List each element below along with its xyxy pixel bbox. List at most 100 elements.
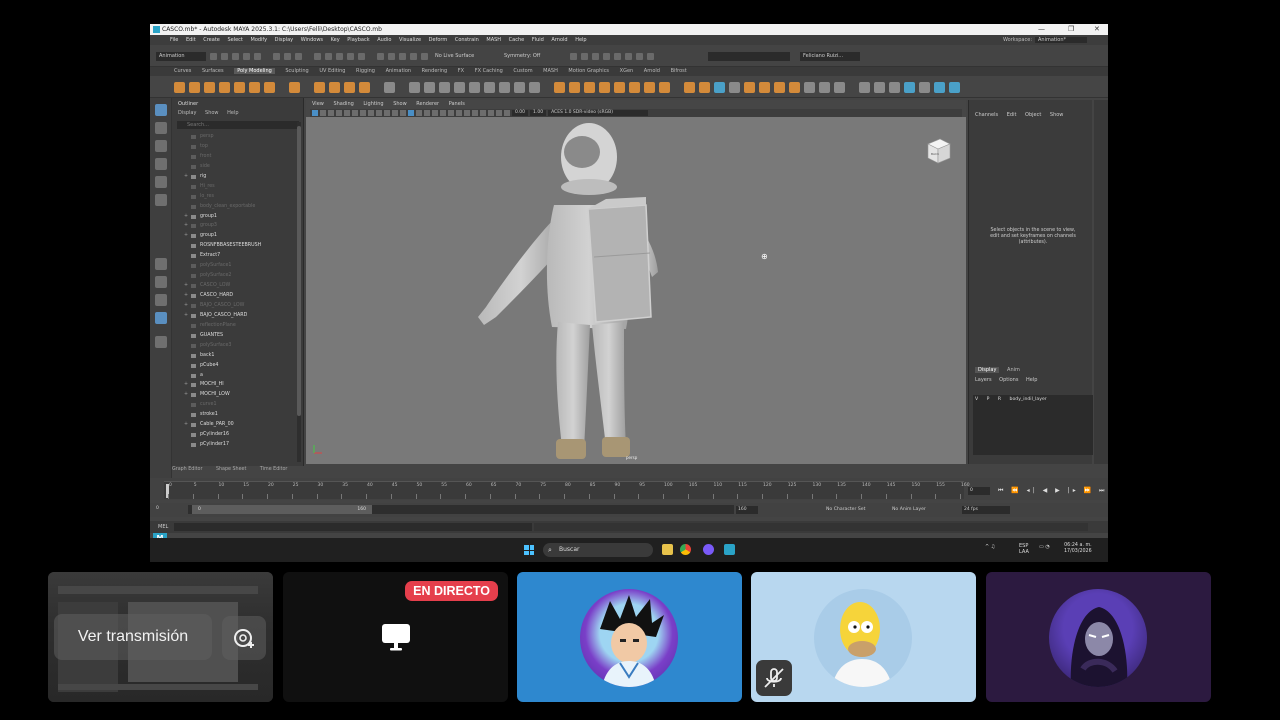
- text-icon[interactable]: [344, 82, 355, 93]
- outliner-item[interactable]: side: [180, 162, 298, 172]
- bookmark-icon[interactable]: [328, 110, 334, 116]
- menu-visualize[interactable]: Visualize: [399, 37, 421, 43]
- delete-history-icon[interactable]: [804, 82, 815, 93]
- outliner-search-input[interactable]: Search...: [177, 121, 299, 129]
- extrude-icon[interactable]: [554, 82, 565, 93]
- exposure-field[interactable]: 0.00: [512, 110, 529, 116]
- motion-blur-icon[interactable]: [456, 110, 462, 116]
- xray-joints-icon[interactable]: [496, 110, 502, 116]
- layer-name[interactable]: body_indil_layer: [1010, 397, 1047, 402]
- wireframe-on-shaded-icon[interactable]: [416, 110, 422, 116]
- layer-reference-toggle[interactable]: R: [998, 397, 1001, 402]
- outliner-item[interactable]: + MOCHI_LOW: [180, 390, 298, 400]
- bevel-icon[interactable]: [569, 82, 580, 93]
- poke-icon[interactable]: [644, 82, 655, 93]
- tab-display[interactable]: Display: [975, 367, 1000, 373]
- command-input[interactable]: [174, 523, 532, 531]
- taskbar-clock[interactable]: 06:24 a. m. 17/03/2026: [1064, 543, 1092, 555]
- maya-taskbar-icon[interactable]: [724, 544, 735, 555]
- outliner-item[interactable]: + CASCO_HARD: [180, 291, 298, 301]
- lasso-tool-icon[interactable]: [155, 122, 167, 134]
- playback-controls[interactable]: ⏮ ⏪ ◂| ◀ ▶ |▸ ⏩ ⏭: [998, 487, 1107, 495]
- outliner-menu-help[interactable]: Help: [227, 110, 238, 116]
- mask-icon[interactable]: [314, 53, 321, 60]
- cb-menu-channels[interactable]: Channels: [975, 112, 998, 118]
- outliner-item[interactable]: polySurface3: [180, 341, 298, 351]
- script-icon[interactable]: [949, 82, 960, 93]
- menu-create[interactable]: Create: [203, 37, 220, 43]
- range-thumb[interactable]: 0 160: [192, 505, 372, 514]
- hypershade-icon[interactable]: [614, 53, 621, 60]
- wedge-icon[interactable]: [659, 82, 670, 93]
- outliner-item[interactable]: + Cable_PAR_00: [180, 420, 298, 430]
- menu-modify[interactable]: Modify: [251, 37, 268, 43]
- outliner-item[interactable]: + BAJO_CASCO_HARD: [180, 311, 298, 321]
- menu-key[interactable]: Key: [331, 37, 340, 43]
- outliner-item[interactable]: Extract7: [180, 251, 298, 261]
- shelf-tab-bifrost[interactable]: Bifrost: [671, 68, 687, 74]
- layer-menu-help[interactable]: Help: [1026, 377, 1037, 383]
- time-slider-track[interactable]: 0 5 10 15 20 25 30 35 40 45 50 55 60 65 70 75 80 85 90 95 10…: [164, 481, 970, 499]
- python-icon[interactable]: [904, 82, 915, 93]
- append-icon[interactable]: [599, 82, 610, 93]
- open-scene-icon[interactable]: [221, 53, 228, 60]
- menu-arnold[interactable]: Arnold: [551, 37, 567, 43]
- undo-icon[interactable]: [243, 53, 250, 60]
- workspace-select[interactable]: Animation*: [1035, 37, 1087, 43]
- search-icon[interactable]: [155, 336, 167, 348]
- target-weld-icon[interactable]: [714, 82, 725, 93]
- outliner-menu-show[interactable]: Show: [205, 110, 219, 116]
- viewport-menu-panels[interactable]: Panels: [449, 101, 465, 107]
- single-view-icon[interactable]: [155, 258, 167, 270]
- layer-menu-options[interactable]: Options: [999, 377, 1018, 383]
- menu-select[interactable]: Select: [227, 37, 242, 43]
- shelf-tab-fx[interactable]: FX: [458, 68, 464, 74]
- shelf-tab-surfaces[interactable]: Surfaces: [202, 68, 224, 74]
- select-object-icon[interactable]: [284, 53, 291, 60]
- shelf-tab-mash[interactable]: MASH: [543, 68, 558, 74]
- user-account-button[interactable]: Feliciano Ruizi...: [800, 52, 860, 61]
- mask-icon[interactable]: [325, 53, 332, 60]
- resolution-gate-icon[interactable]: [360, 110, 366, 116]
- mel-icon[interactable]: [919, 82, 930, 93]
- render-view-icon[interactable]: [570, 53, 577, 60]
- outliner-item[interactable]: reflectionPlane: [180, 321, 298, 331]
- expand-toggle-icon[interactable]: +: [184, 311, 188, 321]
- shelf-tab-uv-editing[interactable]: UV Editing: [319, 68, 345, 74]
- expand-toggle-icon[interactable]: +: [184, 380, 188, 390]
- shelf-tab-sculpting[interactable]: Sculpting: [285, 68, 308, 74]
- menu-display[interactable]: Display: [275, 37, 293, 43]
- shadows-icon[interactable]: [440, 110, 446, 116]
- menu-constrain[interactable]: Constrain: [455, 37, 479, 43]
- poly-disc-icon[interactable]: [264, 82, 275, 93]
- outliner-item[interactable]: a: [180, 371, 298, 381]
- outliner-item[interactable]: pCube4: [180, 361, 298, 371]
- snap-surface-icon[interactable]: [421, 53, 428, 60]
- center-pivot-icon[interactable]: [834, 82, 845, 93]
- viewport-menu-lighting[interactable]: Lighting: [363, 101, 383, 107]
- move-tool-icon[interactable]: [155, 158, 167, 170]
- shared-screen[interactable]: CASCO.mb* - Autodesk MAYA 2025.3.1: C:\U…: [150, 24, 1108, 562]
- colorspace-select[interactable]: ACES 1.0 SDR-video (sRGB): [548, 110, 649, 116]
- menu-cache[interactable]: Cache: [509, 37, 525, 43]
- shelf-tab-rigging[interactable]: Rigging: [356, 68, 375, 74]
- tab-anim[interactable]: Anim: [1007, 367, 1020, 373]
- outliner-item[interactable]: lo_res: [180, 192, 298, 202]
- duplicate-face-icon[interactable]: [759, 82, 770, 93]
- film-gate-icon[interactable]: [352, 110, 358, 116]
- layout-icon[interactable]: [155, 312, 167, 324]
- combine-icon[interactable]: [409, 82, 420, 93]
- smooth-shade-icon[interactable]: [408, 110, 414, 116]
- watch-stream-button[interactable]: Ver transmisión: [54, 614, 212, 660]
- outliner-item[interactable]: Hi_res: [180, 182, 298, 192]
- xray-icon[interactable]: [488, 110, 494, 116]
- shelf-tab-poly-modeling[interactable]: Poly Modeling: [234, 68, 275, 74]
- fill-hole-icon[interactable]: [529, 82, 540, 93]
- ao-icon[interactable]: [448, 110, 454, 116]
- grid-icon[interactable]: [344, 110, 350, 116]
- depth-icon[interactable]: [472, 110, 478, 116]
- tab-shape-sheet[interactable]: Shape Sheet: [216, 467, 246, 472]
- aa-icon[interactable]: [464, 110, 470, 116]
- expand-toggle-icon[interactable]: +: [184, 221, 188, 231]
- mirror-icon[interactable]: [469, 82, 480, 93]
